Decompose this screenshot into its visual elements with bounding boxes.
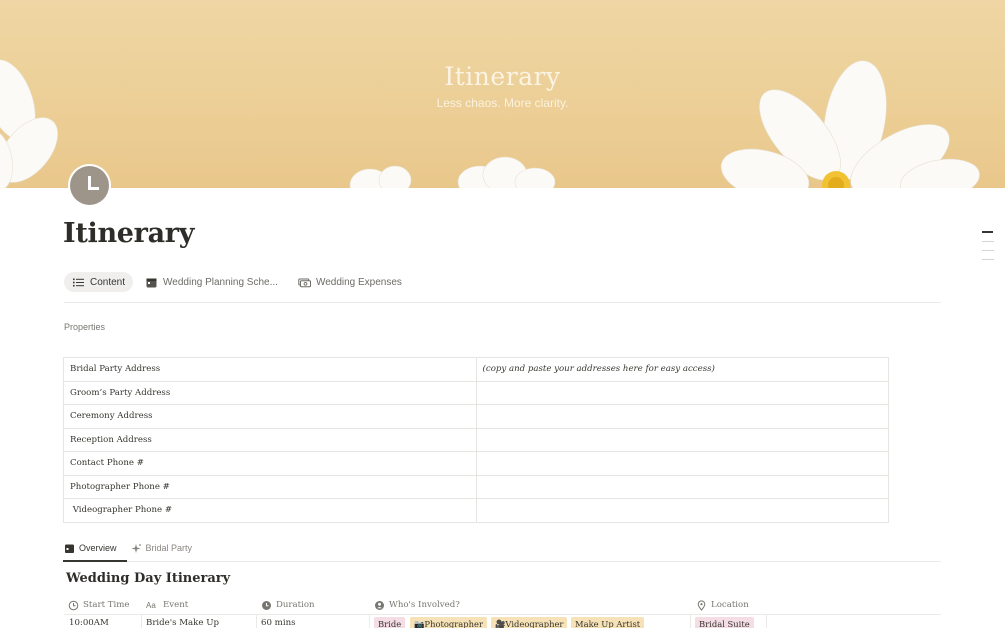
tab-label: Wedding Expenses <box>315 276 402 288</box>
clock-icon <box>68 600 79 611</box>
page-title: Itinerary <box>63 218 195 249</box>
pin-icon <box>696 599 707 611</box>
column-label: Location <box>711 600 749 610</box>
column-label: Duration <box>276 600 315 610</box>
tab-content[interactable]: Content <box>64 272 134 292</box>
event-cell[interactable]: Bride's Make Up <box>146 618 219 628</box>
list-icon <box>72 276 85 289</box>
table-row: Videographer Phone # <box>63 498 890 523</box>
properties-label[interactable]: Properties <box>64 322 105 332</box>
divider <box>64 561 941 562</box>
column-header-start-time[interactable]: Start Time <box>68 596 129 614</box>
table-row: Ceremony Address <box>63 404 890 429</box>
table-cell[interactable] <box>475 474 890 499</box>
person-icon <box>374 600 385 611</box>
person-tag[interactable]: Bride <box>374 617 406 628</box>
table-cell[interactable] <box>475 451 890 476</box>
table-cell[interactable] <box>475 380 890 405</box>
timer-icon <box>261 600 272 611</box>
calendar-icon <box>64 543 75 554</box>
location-tag[interactable]: Bridal Suite <box>695 617 754 628</box>
page-icon[interactable] <box>70 166 109 205</box>
sparkle-icon <box>131 543 142 554</box>
table-row: Photographer Phone # <box>63 474 890 499</box>
table-cell[interactable]: (copy and paste your addresses here for … <box>475 357 890 382</box>
table-row: Groom’s Party Address <box>63 380 890 405</box>
database-view-tabs: Overview Bridal Party <box>64 540 206 556</box>
table-row: Contact Phone # <box>63 451 890 476</box>
money-icon <box>298 276 311 289</box>
tab-label: Content <box>90 276 126 288</box>
column-header-location[interactable]: Location <box>696 596 749 614</box>
column-header-event[interactable]: Aa Event <box>146 596 188 614</box>
table-cell[interactable]: Ceremony Address <box>63 404 477 429</box>
content-tabs: Content Wedding Planning Sche... Wedding… <box>64 272 414 292</box>
divider <box>64 614 941 615</box>
cover-image: Itinerary Less chaos. More clarity. <box>0 0 1005 188</box>
tab-label: Wedding Planning Sche... <box>163 276 278 288</box>
page-outline[interactable] <box>982 231 994 268</box>
table-cell[interactable]: Photographer Phone # <box>63 474 477 499</box>
calendar-icon <box>145 276 158 289</box>
table-cell[interactable]: Reception Address <box>63 427 477 452</box>
tab-wedding-expenses[interactable]: Wedding Expenses <box>290 272 410 292</box>
tab-wedding-planning-schedule[interactable]: Wedding Planning Sche... <box>137 272 286 292</box>
column-header-whos-involved[interactable]: Who's Involved? <box>374 596 460 614</box>
view-tab-overview[interactable]: Overview <box>64 540 117 556</box>
duration-cell[interactable]: 60 mins <box>261 618 296 628</box>
column-label: Who's Involved? <box>389 600 460 610</box>
divider <box>64 302 941 303</box>
outline-marker[interactable] <box>982 259 994 260</box>
table-row[interactable]: 10:00AM Bride's Make Up 60 mins Bride 📷P… <box>64 616 941 628</box>
view-tab-bridal-party[interactable]: Bridal Party <box>131 540 193 556</box>
person-tag[interactable]: 📷Photographer <box>410 617 487 628</box>
table-header: Start Time Aa Event Duration Who's Invol… <box>64 596 941 614</box>
outline-marker[interactable] <box>982 231 993 233</box>
column-header-duration[interactable]: Duration <box>261 596 315 614</box>
table-cell[interactable]: Videographer Phone # <box>63 498 477 523</box>
table-cell[interactable]: Bridal Party Address <box>63 357 477 382</box>
database-title[interactable]: Wedding Day Itinerary <box>66 571 230 586</box>
cover-subtitle: Less chaos. More clarity. <box>436 96 569 110</box>
table-row: Reception Address <box>63 427 890 452</box>
person-tag[interactable]: 🎥Videographer <box>491 617 568 628</box>
column-label: Start Time <box>83 600 130 610</box>
flower-decoration-icon <box>0 59 980 188</box>
active-view-indicator <box>63 560 127 562</box>
cover-title: Itinerary <box>444 62 561 91</box>
table-row: Bridal Party Address (copy and paste you… <box>63 357 890 382</box>
table-cell[interactable] <box>475 404 890 429</box>
text-icon: Aa <box>146 600 156 610</box>
address-table: Bridal Party Address (copy and paste you… <box>63 357 890 523</box>
person-tag[interactable]: Make Up Artist <box>571 617 645 628</box>
outline-marker[interactable] <box>982 241 994 242</box>
table-cell[interactable] <box>475 498 890 523</box>
outline-marker[interactable] <box>982 250 994 251</box>
view-tab-label: Bridal Party <box>145 543 193 553</box>
table-cell[interactable] <box>475 427 890 452</box>
column-label: Event <box>163 600 189 610</box>
clock-icon <box>88 176 99 190</box>
table-cell[interactable]: Groom’s Party Address <box>63 380 477 405</box>
view-tab-label: Overview <box>79 543 117 553</box>
start-time-cell[interactable]: 10:00AM <box>69 618 109 628</box>
table-cell[interactable]: Contact Phone # <box>63 451 477 476</box>
